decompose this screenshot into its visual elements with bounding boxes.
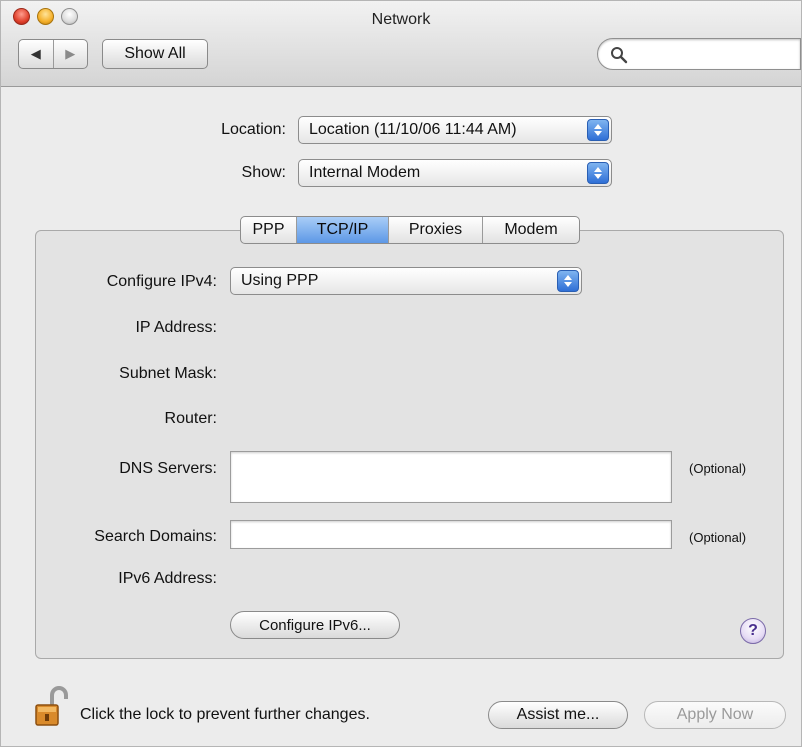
lock-message: Click the lock to prevent further change… bbox=[80, 706, 370, 723]
lock-open-icon[interactable] bbox=[34, 685, 70, 729]
subnet-mask-label: Subnet Mask: bbox=[119, 365, 217, 382]
tab-proxies[interactable]: Proxies bbox=[389, 217, 483, 243]
search-icon bbox=[611, 47, 628, 64]
back-button[interactable]: ◀ bbox=[19, 40, 53, 68]
configure-ipv4-value: Using PPP bbox=[241, 272, 319, 289]
show-label: Show: bbox=[241, 164, 286, 181]
search-optional-note: (Optional) bbox=[689, 530, 747, 545]
tab-ppp[interactable]: PPP bbox=[241, 217, 297, 243]
search-field[interactable] bbox=[597, 38, 801, 70]
back-forward-control: ◀ ▶ bbox=[18, 39, 88, 69]
location-label: Location: bbox=[221, 121, 286, 138]
popup-arrows-icon bbox=[587, 162, 609, 184]
forward-arrow-icon: ▶ bbox=[65, 46, 76, 61]
back-arrow-icon: ◀ bbox=[30, 46, 41, 61]
dns-servers-label: DNS Servers: bbox=[119, 460, 217, 477]
title-bar: Network ◀ ▶ Show All bbox=[1, 1, 801, 87]
help-icon[interactable]: ? bbox=[740, 618, 766, 644]
show-all-button[interactable]: Show All bbox=[102, 39, 208, 69]
tab-modem[interactable]: Modem bbox=[483, 217, 579, 243]
ip-address-label: IP Address: bbox=[135, 319, 217, 336]
router-label: Router: bbox=[164, 410, 217, 427]
location-value: Location (11/10/06 11:44 AM) bbox=[309, 121, 517, 138]
window-title: Network bbox=[371, 11, 431, 28]
configure-ipv4-label: Configure IPv4: bbox=[106, 273, 217, 290]
network-preferences-window: Network ◀ ▶ Show All Location: Location … bbox=[0, 0, 802, 747]
dns-optional-note: (Optional) bbox=[689, 461, 747, 476]
search-domains-label: Search Domains: bbox=[94, 528, 217, 545]
popup-arrows-icon bbox=[587, 119, 609, 141]
ipv6-address-label: IPv6 Address: bbox=[118, 570, 217, 587]
location-popup[interactable]: Location (11/10/06 11:44 AM) bbox=[298, 116, 612, 144]
tab-tcpip[interactable]: TCP/IP bbox=[297, 217, 389, 243]
popup-arrows-icon bbox=[557, 270, 579, 292]
configure-ipv6-button[interactable]: Configure IPv6... bbox=[230, 611, 400, 639]
forward-button[interactable]: ▶ bbox=[52, 40, 88, 68]
apply-now-button[interactable]: Apply Now bbox=[644, 701, 786, 729]
tab-bar: PPP TCP/IP Proxies Modem bbox=[240, 216, 580, 244]
show-popup[interactable]: Internal Modem bbox=[298, 159, 612, 187]
assist-me-button[interactable]: Assist me... bbox=[488, 701, 628, 729]
dns-servers-field[interactable] bbox=[230, 451, 672, 503]
configure-ipv4-popup[interactable]: Using PPP bbox=[230, 267, 582, 295]
search-domains-field[interactable] bbox=[230, 520, 672, 549]
show-value: Internal Modem bbox=[309, 164, 421, 181]
